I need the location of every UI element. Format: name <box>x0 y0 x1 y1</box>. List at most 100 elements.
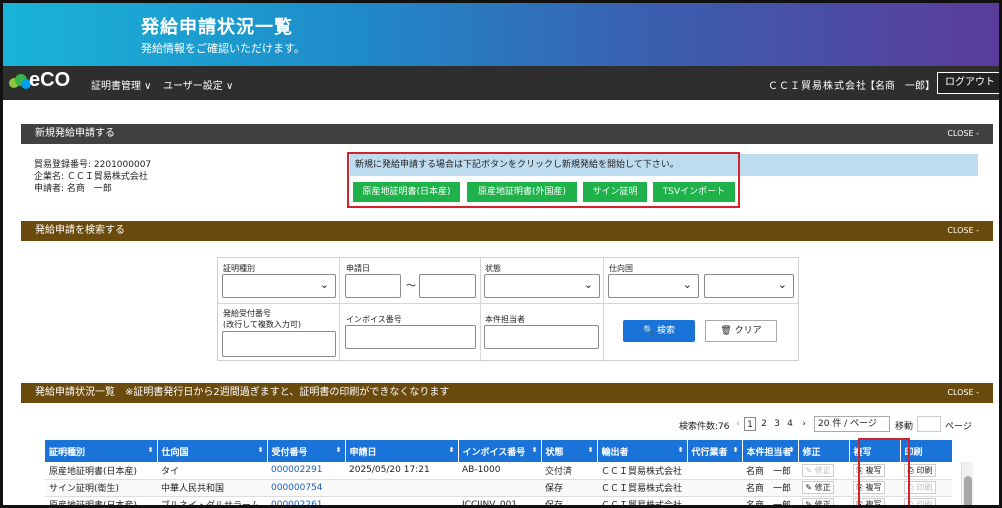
cell-person: 名商 一郎 <box>742 479 798 497</box>
clear-button[interactable]: 🗑 クリア <box>705 320 777 342</box>
table-row: 原産地証明書(日本産) ブルネイ・ダルサラーム 000002261 JCCIIN… <box>45 496 952 505</box>
chevron-down-icon: ⌄ <box>319 278 329 291</box>
page-2-button[interactable]: 2 <box>758 417 770 431</box>
edit-button[interactable]: ✎ 修正 <box>802 481 834 494</box>
cell-invoice: JCCIINV_001 <box>458 496 541 505</box>
close-toggle[interactable]: CLOSE - <box>947 383 979 403</box>
menu-user-settings[interactable]: ユーザー設定 ∨ <box>163 77 233 92</box>
col-date[interactable]: 申請日 ⬍ <box>345 440 459 462</box>
sort-icon: ⬍ <box>335 446 342 454</box>
cell-edit: ✎ 修正 <box>798 462 849 480</box>
col-invoice[interactable]: インボイス番号 ⬍ <box>458 440 542 462</box>
date-label: 申請日 <box>346 264 370 273</box>
date-from-input[interactable] <box>345 274 401 298</box>
date-to-input[interactable] <box>419 274 476 298</box>
col-exporter[interactable]: 輸出者 ⬍ <box>597 440 688 462</box>
sort-icon: ⬍ <box>257 446 264 454</box>
logo-text: eCO <box>29 69 71 91</box>
top-nav: eCO 証明書管理 ∨ ユーザー設定 ∨ ＣＣＩ貿易株式会社 【名商 一郎】 ロ… <box>3 66 999 100</box>
cell-cert-type: 原産地証明書(日本産) <box>45 462 157 480</box>
sort-icon: ⬍ <box>531 446 538 454</box>
application-table: 証明種別 ⬍ 仕向国 ⬍ 受付番号 ⬍ 申請日 ⬍ インボイス番号 ⬍ 状態 ⬍ 輸出者 ⬍ … <box>45 440 953 505</box>
status-select[interactable]: ⌄ <box>484 274 600 298</box>
trade-registration-number: 貿易登録番号: 2201000007 <box>34 160 152 170</box>
destination-select-2[interactable]: ⌄ <box>704 274 794 298</box>
sign-cert-button[interactable]: サイン証明 <box>583 182 647 202</box>
col-status[interactable]: 状態 ⬍ <box>541 440 598 462</box>
company-label: 企業名: ＣＣＩ貿易株式会社 <box>34 172 148 182</box>
cell-status: 保存 <box>541 479 597 497</box>
tsv-import-button[interactable]: TSVインポート <box>653 182 735 202</box>
cell-date: 2025/05/20 17:21 <box>345 462 458 480</box>
col-agent[interactable]: 代行業者 ⬍ <box>687 440 743 462</box>
menu-certificate-management[interactable]: 証明書管理 ∨ <box>91 77 152 92</box>
accept-number-link[interactable]: 000002261 <box>267 496 345 505</box>
jump-page-input[interactable] <box>917 416 941 432</box>
person-input[interactable] <box>484 325 599 349</box>
cell-exporter: ＣＣＩ貿易株式会社 <box>597 462 687 480</box>
list-header: 発給申請状況一覧 ※証明書発行日から2週間過ぎますと、証明書の印刷ができなくなり… <box>21 383 993 403</box>
sort-icon: ⬍ <box>448 446 455 454</box>
new-application-header: 新規発給申請する CLOSE - <box>21 124 993 144</box>
col-accept-number[interactable]: 受付番号 ⬍ <box>267 440 346 462</box>
eco-logo[interactable]: eCO <box>9 69 83 94</box>
close-toggle[interactable]: CLOSE - <box>947 124 979 144</box>
person-label: 本件担当者 <box>485 315 525 324</box>
cell-date <box>345 479 458 497</box>
applicant-info: 貿易登録番号: 2201000007 企業名: ＣＣＩ貿易株式会社 申請者: 名… <box>34 159 151 195</box>
chevron-down-icon: ⌄ <box>777 278 787 291</box>
close-toggle[interactable]: CLOSE - <box>947 221 979 241</box>
origin-cert-japan-button[interactable]: 原産地証明書(日本産) <box>353 182 460 202</box>
cell-invoice <box>458 479 541 497</box>
date-range-tilde: ～ <box>406 281 416 292</box>
divider <box>480 258 481 362</box>
sort-icon: ⬍ <box>677 446 684 454</box>
logout-button[interactable]: ログアウト <box>937 72 999 94</box>
destination-label: 仕向国 <box>609 264 633 273</box>
per-page-select[interactable]: 20 件 / ページ <box>814 416 890 432</box>
col-destination[interactable]: 仕向国 ⬍ <box>157 440 268 462</box>
cert-type-select[interactable]: ⌄ <box>222 274 336 298</box>
sort-icon: ⬍ <box>587 446 594 454</box>
page-title: 発給申請状況一覧 <box>141 17 293 38</box>
page-banner: 発給申請状況一覧 発給情報をご確認いただけます。 <box>3 3 999 66</box>
table-scrollbar[interactable] <box>961 462 973 505</box>
cell-exporter: ＣＣＩ貿易株式会社 <box>597 496 687 505</box>
origin-cert-foreign-button[interactable]: 原産地証明書(外国産) <box>467 182 577 202</box>
chevron-down-icon: ⌄ <box>682 278 692 291</box>
accept-number-note: (改行して複数入力可) <box>223 320 302 329</box>
cell-exporter: ＣＣＩ貿易株式会社 <box>597 479 687 497</box>
accept-number-textarea[interactable] <box>222 331 336 357</box>
col-edit: 修正 <box>798 440 850 462</box>
cell-cert-type: 原産地証明書(日本産) <box>45 496 157 505</box>
sort-icon: ⬍ <box>732 446 739 454</box>
search-button[interactable]: 🔍 検索 <box>623 320 695 342</box>
accept-number-link[interactable]: 000000754 <box>267 479 345 497</box>
invoice-input[interactable] <box>345 325 476 349</box>
page-1-button[interactable]: 1 <box>744 417 756 431</box>
accept-number-link[interactable]: 000002291 <box>267 462 345 480</box>
cell-agent <box>687 496 742 505</box>
edit-button[interactable]: ✎ 修正 <box>802 498 834 505</box>
prev-page-button[interactable]: ‹ <box>732 417 744 431</box>
search-form: 証明種別 ⌄ 申請日 ～ 状態 ⌄ 仕向国 ⌄ ⌄ 発給受付番号 (改行して複数… <box>217 257 799 362</box>
page-3-button[interactable]: 3 <box>771 417 783 431</box>
section-title: 発給申請状況一覧 ※証明書発行日から2週間過ぎますと、証明書の印刷ができなくなり… <box>35 387 450 398</box>
page-subtitle: 発給情報をご確認いただけます。 <box>141 42 305 55</box>
edit-button[interactable]: ✎ 修正 <box>802 463 834 477</box>
cell-agent <box>687 462 742 480</box>
cell-destination: ブルネイ・ダルサラーム <box>157 496 267 505</box>
next-page-button[interactable]: › <box>798 417 810 431</box>
page-4-button[interactable]: 4 <box>784 417 796 431</box>
status-label: 状態 <box>485 264 501 273</box>
col-cert-type[interactable]: 証明種別 ⬍ <box>45 440 158 462</box>
cell-agent <box>687 479 742 497</box>
cert-type-label: 証明種別 <box>223 264 255 273</box>
scrollbar-thumb[interactable] <box>964 476 972 505</box>
cell-destination: タイ <box>157 462 267 480</box>
table-row: 原産地証明書(日本産) タイ 000002291 2025/05/20 17:2… <box>45 462 952 480</box>
destination-select-1[interactable]: ⌄ <box>608 274 699 298</box>
invoice-label: インボイス番号 <box>346 315 402 324</box>
copy-column-highlight <box>858 438 910 505</box>
col-person[interactable]: 本件担当者 ⬍ <box>742 440 799 462</box>
